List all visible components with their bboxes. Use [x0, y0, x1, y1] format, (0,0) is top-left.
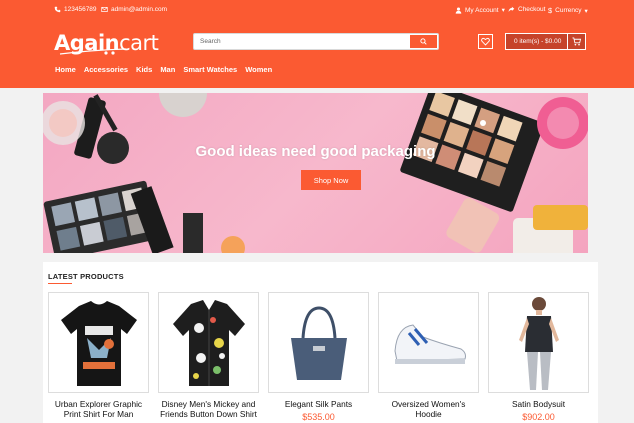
search-button[interactable] [410, 35, 437, 48]
search-input[interactable] [194, 34, 410, 49]
nav-smart-watches[interactable]: Smart Watches [183, 65, 237, 74]
checkout-label: Checkout [518, 6, 546, 13]
product-image[interactable] [268, 292, 369, 393]
product-price: $902.00 [522, 412, 555, 422]
shirt-image [172, 299, 245, 386]
my-account-label: My Account [465, 6, 499, 14]
hero-banner[interactable]: Good ideas need good packaging Shop Now [43, 93, 588, 253]
product-image[interactable] [488, 292, 589, 393]
site-header: 123456789 admin@admin.com My Account ▾ Ch… [0, 0, 634, 88]
product-image[interactable] [378, 292, 479, 393]
search-bar [193, 33, 439, 50]
nav-kids[interactable]: Kids [136, 65, 152, 74]
my-account-dropdown[interactable]: My Account ▾ [455, 6, 505, 14]
currency-dropdown[interactable]: $ Currency ▾ [548, 6, 588, 15]
top-bar: 123456789 admin@admin.com My Account ▾ Ch… [0, 0, 634, 20]
product-name[interactable]: Disney Men's Mickey and Friends Button D… [158, 399, 259, 419]
product-card[interactable]: Elegant Silk Pants $535.00 [268, 292, 369, 422]
wishlist-button[interactable] [478, 34, 493, 49]
email-link[interactable]: admin@admin.com [101, 6, 167, 13]
tshirt-image [60, 300, 137, 386]
share-icon [508, 6, 515, 12]
product-name[interactable]: Satin Bodysuit [488, 399, 589, 409]
product-card[interactable]: Oversized Women's Hoodie [378, 292, 479, 422]
product-name[interactable]: Elegant Silk Pants [268, 399, 369, 409]
nav-women[interactable]: Women [245, 65, 272, 74]
shop-now-button[interactable]: Shop Now [301, 170, 361, 190]
product-price: $535.00 [302, 412, 335, 422]
nav-man[interactable]: Man [160, 65, 175, 74]
product-image[interactable] [158, 292, 259, 393]
nav-accessories[interactable]: Accessories [84, 65, 128, 74]
latest-products-section: LATEST PRODUCTS Urban Explorer Graphic P… [43, 262, 598, 423]
email-text: admin@admin.com [111, 6, 168, 13]
currency-label: Currency [555, 7, 582, 14]
product-card[interactable]: Urban Explorer Graphic Print Shirt For M… [48, 292, 149, 422]
product-image[interactable] [48, 292, 149, 393]
mail-icon [101, 7, 108, 12]
checkout-link[interactable]: Checkout [508, 6, 545, 13]
cart-button[interactable]: 0 item(s) - $0.00 [505, 33, 586, 50]
product-name[interactable]: Oversized Women's Hoodie [378, 399, 479, 419]
nav-home[interactable]: Home [55, 65, 76, 74]
phone-icon [54, 6, 61, 13]
product-name[interactable]: Urban Explorer Graphic Print Shirt For M… [48, 399, 149, 419]
cart-icon [572, 37, 581, 46]
main-nav: Home Accessories Kids Man Smart Watches … [55, 65, 280, 74]
logo-swoosh-icon [59, 48, 127, 55]
banner-title: Good ideas need good packaging [195, 143, 436, 160]
phone-text: 123456789 [64, 6, 97, 13]
bodysuit-model-image [518, 296, 559, 390]
caret-down-icon: ▾ [501, 7, 505, 14]
user-icon [455, 7, 462, 14]
cart-summary: 0 item(s) - $0.00 [514, 38, 562, 45]
cart-icon-box [567, 34, 585, 49]
sneaker-image [393, 323, 466, 364]
dollar-icon: $ [548, 6, 553, 15]
handbag-image [290, 305, 347, 380]
phone-link[interactable]: 123456789 [54, 6, 97, 13]
heart-icon [481, 37, 490, 46]
section-title: LATEST PRODUCTS [48, 272, 124, 281]
search-icon [420, 38, 427, 45]
product-card[interactable]: Disney Men's Mickey and Friends Button D… [158, 292, 259, 422]
product-card[interactable]: Satin Bodysuit $902.00 [488, 292, 589, 422]
title-underline [48, 283, 72, 284]
caret-down-icon: ▾ [584, 7, 588, 15]
